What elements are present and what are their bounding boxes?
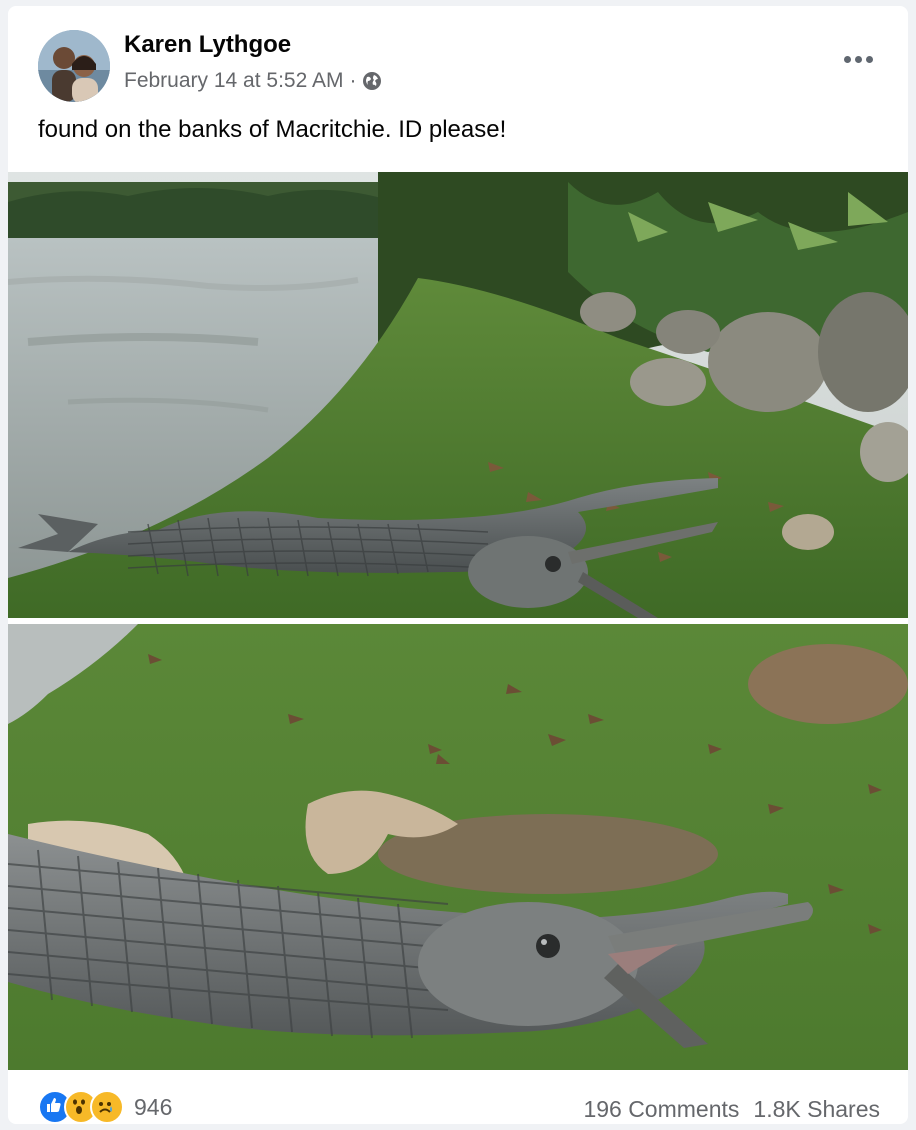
photo-fish-on-riverbank[interactable] — [8, 172, 908, 618]
comments-count-link[interactable]: 196 Comments — [583, 1096, 739, 1123]
photo-fish-closeup[interactable] — [8, 624, 908, 1070]
author-name[interactable]: Karen Lythgoe — [124, 31, 291, 59]
post-meta: February 14 at 5:52 AM · — [124, 69, 382, 93]
post-text: found on the banks of Macritchie. ID ple… — [38, 116, 507, 143]
post-card: Karen Lythgoe February 14 at 5:52 AM · f… — [8, 6, 908, 1124]
post-header: Karen Lythgoe February 14 at 5:52 AM · — [8, 6, 908, 116]
avatar[interactable] — [38, 30, 110, 102]
shares-count-link[interactable]: 1.8K Shares — [753, 1096, 880, 1123]
globe-icon[interactable] — [362, 71, 382, 91]
reactions-summary[interactable]: 946 — [38, 1090, 172, 1124]
engagement-stats: 196 Comments 1.8K Shares — [583, 1096, 880, 1123]
reaction-count: 946 — [134, 1093, 173, 1120]
more-options-icon[interactable] — [838, 44, 878, 74]
post-timestamp[interactable]: February 14 at 5:52 AM — [124, 69, 343, 93]
sad-icon — [90, 1090, 124, 1124]
meta-separator: · — [349, 69, 357, 92]
post-footer: 946 196 Comments 1.8K Shares — [8, 1076, 908, 1124]
